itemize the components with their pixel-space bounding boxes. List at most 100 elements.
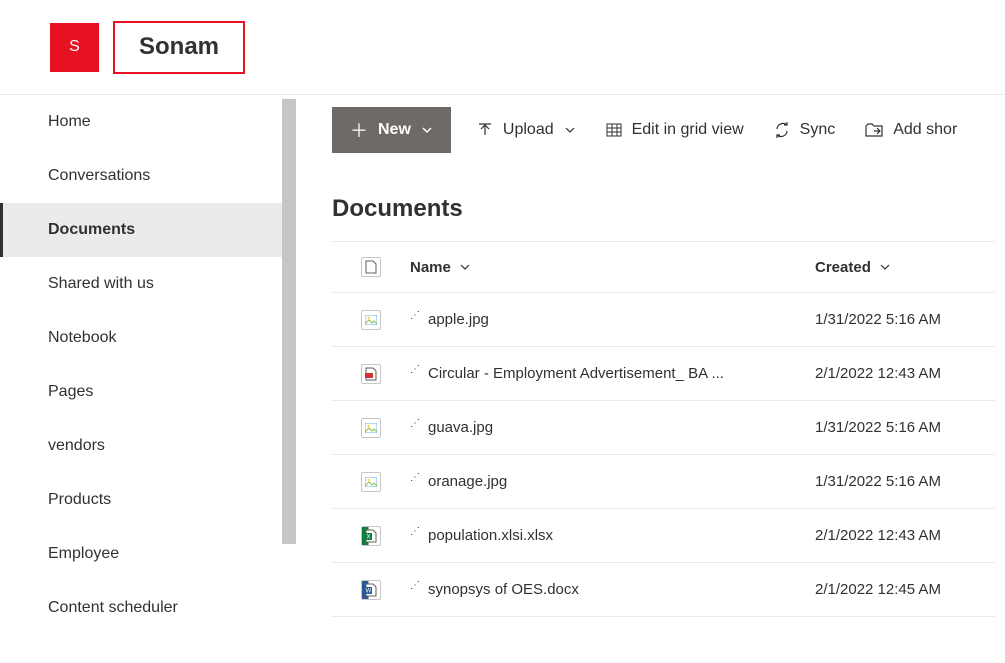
- file-name-cell[interactable]: ⋰ population.xlsi.xlsx: [410, 527, 815, 544]
- sidebar-item-label: vendors: [48, 437, 105, 454]
- sidebar-item-conversations[interactable]: Conversations: [0, 149, 296, 203]
- table-row[interactable]: X ⋰ population.xlsi.xlsx 2/1/2022 12:43 AM: [332, 509, 995, 563]
- file-type-cell: [332, 472, 410, 492]
- avatar: S: [50, 23, 99, 72]
- sidebar-item-home[interactable]: Home: [0, 95, 296, 149]
- pdf-file-icon: [361, 364, 381, 384]
- column-header-name[interactable]: Name: [410, 259, 815, 276]
- document-list: Name Created ⋰ apple.jpg 1/31/2022 5:16 AM…: [297, 241, 1005, 617]
- sidebar-item-documents[interactable]: Documents: [0, 203, 296, 257]
- upload-button[interactable]: Upload: [473, 115, 580, 145]
- file-name-label: oranage.jpg: [428, 473, 507, 490]
- sidebar-item-vendors[interactable]: vendors: [0, 419, 296, 473]
- column-header-name-label: Name: [410, 259, 451, 276]
- column-header-created[interactable]: Created: [815, 259, 995, 276]
- page-title: Documents: [297, 165, 1005, 241]
- edit-grid-label: Edit in grid view: [632, 121, 744, 139]
- chevron-down-icon: [421, 124, 433, 136]
- scrollbar[interactable]: [282, 99, 296, 544]
- sidebar-item-label: Shared with us: [48, 275, 154, 292]
- sidebar-item-products[interactable]: Products: [0, 473, 296, 527]
- sidebar-item-label: Employee: [48, 545, 119, 562]
- sidebar-item-content-scheduler[interactable]: Content scheduler: [0, 581, 296, 635]
- sidebar-item-label: Documents: [48, 221, 135, 238]
- sidebar: Home Conversations Documents Shared with us…: [0, 95, 297, 663]
- site-title-container: Sonam: [113, 21, 245, 74]
- shortcut-icon: [865, 122, 883, 138]
- file-name-label: synopsys of OES.docx: [428, 581, 579, 598]
- sidebar-item-label: Products: [48, 491, 111, 508]
- sync-button[interactable]: Sync: [770, 115, 840, 145]
- new-button[interactable]: ＋ New: [332, 107, 451, 153]
- file-type-cell: W: [332, 580, 410, 600]
- new-indicator-icon: ⋰: [410, 311, 420, 321]
- file-type-cell: [332, 364, 410, 384]
- file-created-cell: 2/1/2022 12:45 AM: [815, 581, 995, 598]
- site-title[interactable]: Sonam: [139, 33, 219, 61]
- column-header-created-label: Created: [815, 259, 871, 276]
- image-file-icon: [361, 310, 381, 330]
- upload-icon: [477, 122, 493, 138]
- new-button-label: New: [378, 121, 411, 139]
- file-created-cell: 2/1/2022 12:43 AM: [815, 527, 995, 544]
- sidebar-item-employee[interactable]: Employee: [0, 527, 296, 581]
- add-shortcut-button[interactable]: Add shor: [861, 115, 961, 145]
- file-type-cell: [332, 310, 410, 330]
- file-type-cell: [332, 418, 410, 438]
- file-name-label: population.xlsi.xlsx: [428, 527, 553, 544]
- svg-text:X: X: [366, 534, 370, 540]
- file-name-cell[interactable]: ⋰ Circular - Employment Advertisement_ BA…: [410, 365, 815, 382]
- file-type-cell: X: [332, 526, 410, 546]
- main-content: ＋ New Upload Edit in grid view Sync Add …: [297, 95, 1005, 663]
- grid-icon: [606, 122, 622, 138]
- file-name-cell[interactable]: ⋰ synopsys of OES.docx: [410, 581, 815, 598]
- file-name-label: Circular - Employment Advertisement_ BA …: [428, 365, 724, 382]
- new-indicator-icon: ⋰: [410, 473, 420, 483]
- image-file-icon: [361, 418, 381, 438]
- file-name-label: guava.jpg: [428, 419, 493, 436]
- table-header-row: Name Created: [332, 241, 995, 293]
- file-created-cell: 1/31/2022 5:16 AM: [815, 473, 995, 490]
- sidebar-item-label: Notebook: [48, 329, 117, 346]
- sidebar-item-shared-with-us[interactable]: Shared with us: [0, 257, 296, 311]
- new-indicator-icon: ⋰: [410, 419, 420, 429]
- file-icon: [361, 257, 381, 277]
- file-created-cell: 2/1/2022 12:43 AM: [815, 365, 995, 382]
- table-row[interactable]: W ⋰ synopsys of OES.docx 2/1/2022 12:45 AM: [332, 563, 995, 617]
- file-created-cell: 1/31/2022 5:16 AM: [815, 419, 995, 436]
- word-file-icon: W: [361, 580, 381, 600]
- file-created-cell: 1/31/2022 5:16 AM: [815, 311, 995, 328]
- file-name-cell[interactable]: ⋰ oranage.jpg: [410, 473, 815, 490]
- chevron-down-icon: [564, 124, 576, 136]
- sidebar-item-label: Conversations: [48, 167, 150, 184]
- sidebar-item-label: Home: [48, 113, 91, 130]
- sync-label: Sync: [800, 121, 836, 139]
- sidebar-item-notebook[interactable]: Notebook: [0, 311, 296, 365]
- new-indicator-icon: ⋰: [410, 581, 420, 591]
- sidebar-item-label: Pages: [48, 383, 93, 400]
- new-indicator-icon: ⋰: [410, 365, 420, 375]
- table-row[interactable]: ⋰ apple.jpg 1/31/2022 5:16 AM: [332, 293, 995, 347]
- column-header-type[interactable]: [332, 257, 410, 277]
- file-name-label: apple.jpg: [428, 311, 489, 328]
- svg-text:W: W: [366, 588, 372, 594]
- chevron-down-icon: [459, 261, 471, 273]
- sync-icon: [774, 122, 790, 138]
- file-name-cell[interactable]: ⋰ guava.jpg: [410, 419, 815, 436]
- site-header: S Sonam: [0, 0, 1005, 95]
- table-row[interactable]: ⋰ oranage.jpg 1/31/2022 5:16 AM: [332, 455, 995, 509]
- file-name-cell[interactable]: ⋰ apple.jpg: [410, 311, 815, 328]
- add-shortcut-label: Add shor: [893, 121, 957, 139]
- command-bar: ＋ New Upload Edit in grid view Sync Add …: [297, 95, 1005, 165]
- chevron-down-icon: [879, 261, 891, 273]
- new-indicator-icon: ⋰: [410, 527, 420, 537]
- sidebar-item-label: Content scheduler: [48, 599, 178, 616]
- plus-icon: ＋: [350, 117, 368, 143]
- sidebar-item-pages[interactable]: Pages: [0, 365, 296, 419]
- table-row[interactable]: ⋰ guava.jpg 1/31/2022 5:16 AM: [332, 401, 995, 455]
- excel-file-icon: X: [361, 526, 381, 546]
- table-row[interactable]: ⋰ Circular - Employment Advertisement_ BA…: [332, 347, 995, 401]
- upload-label: Upload: [503, 121, 554, 139]
- edit-grid-button[interactable]: Edit in grid view: [602, 115, 748, 145]
- image-file-icon: [361, 472, 381, 492]
